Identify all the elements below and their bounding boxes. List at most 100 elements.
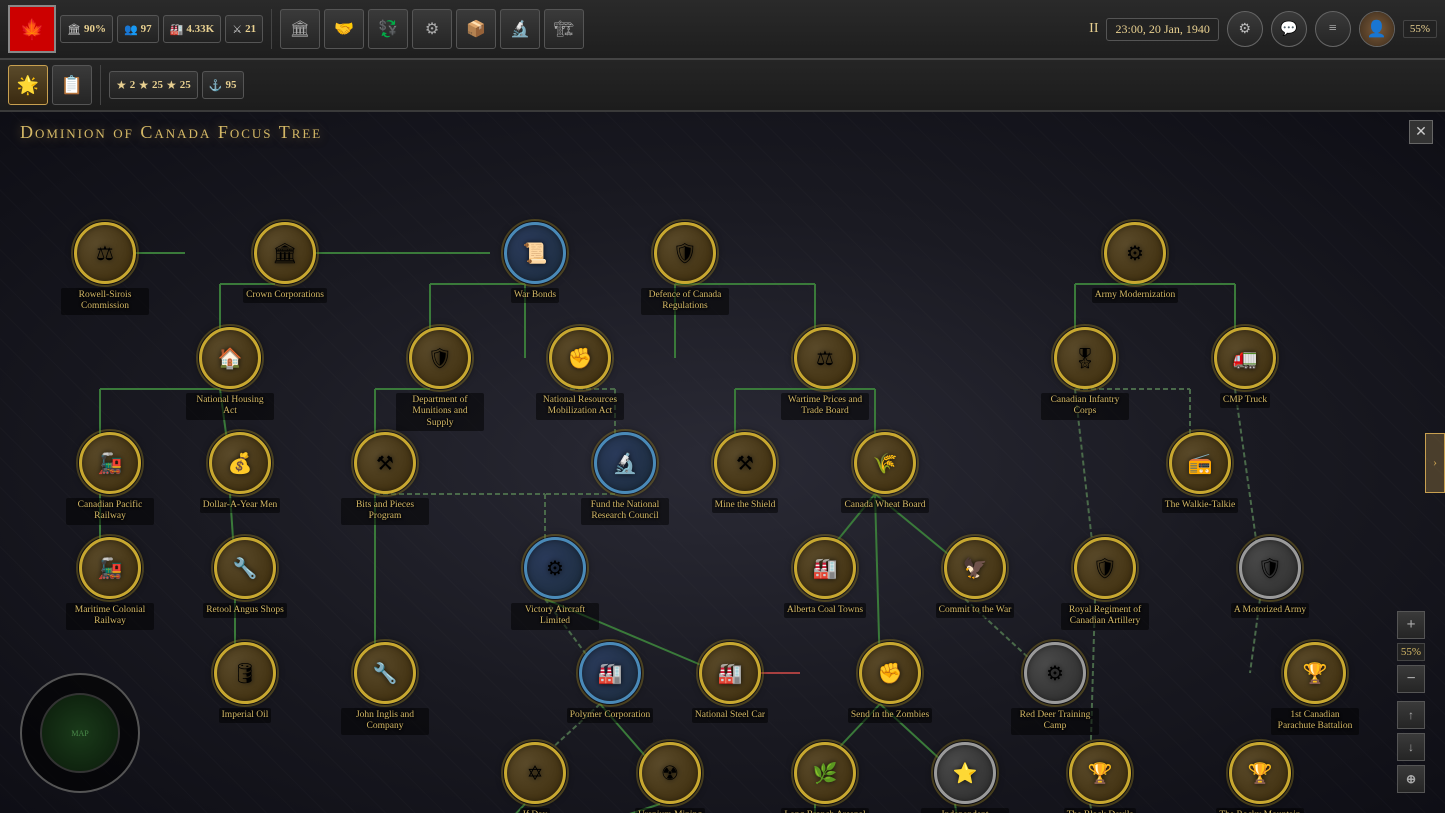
focus-icon-black_devils: 🏆	[1069, 742, 1131, 804]
focus-node-if_day[interactable]: ✡ If Day	[490, 742, 580, 813]
focus-node-red_deer[interactable]: ⚙ Red Deer Training Camp	[1010, 642, 1100, 735]
move-down-button[interactable]: ↓	[1397, 733, 1425, 761]
move-up-button[interactable]: ↑	[1397, 701, 1425, 729]
focus-label-walkie_talkie: The Walkie-Talkie	[1162, 498, 1238, 513]
politics-btn[interactable]: 🏛	[280, 9, 320, 49]
focus-icon-mine_shield: ⚒	[714, 432, 776, 494]
decisions-btn[interactable]: 📋	[52, 65, 92, 105]
second-bar: 🌟 📋 ★ 2 ★ 25 ★ 25 ⚓ 95	[0, 60, 1445, 112]
focus-node-dept_munitions[interactable]: 🛡 Department of Munitions and Supply	[395, 327, 485, 431]
focus-node-polymer_corp[interactable]: 🏭 Polymer Corporation	[565, 642, 655, 723]
scroll-right-indicator[interactable]: ›	[1425, 433, 1445, 493]
navy-stat: ⚓ 95	[202, 71, 244, 99]
focus-node-wartime_prices[interactable]: ⚖ Wartime Prices and Trade Board	[780, 327, 870, 420]
speed-indicator: II	[1089, 21, 1098, 37]
focus-icon-nat_steel: 🏭	[699, 642, 761, 704]
focus-node-cdn_pacific[interactable]: 🚂 Canadian Pacific Railway	[65, 432, 155, 525]
production-btn[interactable]: ⚙	[412, 9, 452, 49]
focus-label-crown_corps: Crown Corporations	[243, 288, 327, 303]
focus-label-rocky_rangers: The Rocky Mountain Rangers	[1216, 808, 1304, 813]
menu-btn[interactable]: ≡	[1315, 11, 1351, 47]
focus-node-black_devils[interactable]: 🏆 The Black Devils	[1055, 742, 1145, 813]
zoom-out-button[interactable]: −	[1397, 665, 1425, 693]
focus-icon-long_branch: 🌿	[794, 742, 856, 804]
focus-node-mine_shield[interactable]: ⚒ Mine the Shield	[700, 432, 790, 513]
trade-btn[interactable]: 💱	[368, 9, 408, 49]
ship-icon: ⚓	[209, 79, 223, 92]
focus-label-dept_munitions: Department of Munitions and Supply	[396, 393, 484, 431]
focus-icon-alberta_coal: 🏭	[794, 537, 856, 599]
focus-label-retool_angus: Retool Angus Shops	[203, 603, 287, 618]
focus-node-fund_research[interactable]: 🔬 Fund the National Research Council	[580, 432, 670, 525]
focus-label-uranium_mining: Uranium Mining	[635, 808, 705, 813]
focus-node-bits_pieces[interactable]: ⚒ Bits and Pieces Program	[340, 432, 430, 525]
focus-label-bits_pieces: Bits and Pieces Program	[341, 498, 429, 525]
focus-node-long_branch[interactable]: 🌿 Long Branch Arsenal	[780, 742, 870, 813]
focus-node-john_inglis[interactable]: 🔧 John Inglis and Company	[340, 642, 430, 735]
focus-node-walkie_talkie[interactable]: 📻 The Walkie-Talkie	[1155, 432, 1245, 513]
close-button[interactable]: ✕	[1409, 120, 1433, 144]
focus-label-if_day: If Day	[520, 808, 551, 813]
focus-icon-imperial_oil: 🛢	[214, 642, 276, 704]
focus-node-alberta_coal[interactable]: 🏭 Alberta Coal Towns	[780, 537, 870, 618]
divider-2	[100, 65, 101, 105]
focus-label-nat_steel: National Steel Car	[692, 708, 768, 723]
focus-node-victory_aircraft[interactable]: ⚙ Victory Aircraft Limited	[510, 537, 600, 630]
stability-icon: 🏛	[67, 23, 81, 36]
diplomacy-btn[interactable]: 🤝	[324, 9, 364, 49]
focus-node-dollar_men[interactable]: 💰 Dollar-A-Year Men	[195, 432, 285, 513]
factories-value: 4.33K	[186, 23, 214, 35]
focus-icon-royal_regiment: 🛡	[1074, 537, 1136, 599]
zoom-controls: + 55% − ↑ ↓ ⊕	[1397, 611, 1425, 793]
avatar[interactable]: 👤	[1359, 11, 1395, 47]
focus-node-cdn_parachute[interactable]: 🏆 1st Canadian Parachute Battalion	[1270, 642, 1360, 735]
focus-node-maritime_rail[interactable]: 🚂 Maritime Colonial Railway	[65, 537, 155, 630]
zoom-level: 55%	[1397, 643, 1425, 661]
zoom-in-button[interactable]: +	[1397, 611, 1425, 639]
country-flag[interactable]: 🍁	[8, 5, 56, 53]
focus-node-royal_regiment[interactable]: 🛡 Royal Regiment of Canadian Artillery	[1060, 537, 1150, 630]
focus-node-imperial_oil[interactable]: 🛢 Imperial Oil	[200, 642, 290, 723]
focus-label-john_inglis: John Inglis and Company	[341, 708, 429, 735]
focus-node-cdn_infantry[interactable]: 🎖 Canadian Infantry Corps	[1040, 327, 1130, 420]
focus-icon-john_inglis: 🔧	[354, 642, 416, 704]
logistics-btn[interactable]: 📦	[456, 9, 496, 49]
focus-icon-war_bonds: 📜	[504, 222, 566, 284]
ships-value: 95	[226, 79, 237, 91]
focus-tree-btn[interactable]: 🌟	[8, 65, 48, 105]
focus-label-alberta_coal: Alberta Coal Towns	[784, 603, 866, 618]
settings-btn[interactable]: ⚙	[1227, 11, 1263, 47]
focus-label-indep_command: Independent Command	[921, 808, 1009, 813]
focus-node-nat_housing[interactable]: 🏠 National Housing Act	[185, 327, 275, 420]
focus-icon-cdn_pacific: 🚂	[79, 432, 141, 494]
focus-node-commit_war[interactable]: 🦅 Commit to the War	[930, 537, 1020, 618]
focus-node-indep_command[interactable]: ⭐ Independent Command	[920, 742, 1010, 813]
construction-btn[interactable]: 🏗	[544, 9, 584, 49]
focus-node-rocky_rangers[interactable]: 🏆 The Rocky Mountain Rangers	[1215, 742, 1305, 813]
focus-node-crown_corps[interactable]: 🏛 Crown Corporations	[240, 222, 330, 303]
chat-btn[interactable]: 💬	[1271, 11, 1307, 47]
focus-node-defence_regs[interactable]: 🛡 Defence of Canada Regulations	[640, 222, 730, 315]
mini-map[interactable]: MAP	[20, 673, 140, 793]
focus-node-nat_resources[interactable]: ✊ National Resources Mobilization Act	[535, 327, 625, 420]
focus-node-wheat_board[interactable]: 🌾 Canada Wheat Board	[840, 432, 930, 513]
focus-icon-if_day: ✡	[504, 742, 566, 804]
focus-node-cmp_truck[interactable]: 🚛 CMP Truck	[1200, 327, 1290, 408]
focus-node-nat_steel[interactable]: 🏭 National Steel Car	[685, 642, 775, 723]
center-button[interactable]: ⊕	[1397, 765, 1425, 793]
focus-icon-bits_pieces: ⚒	[354, 432, 416, 494]
focus-label-send_zombies: Send in the Zombies	[848, 708, 932, 723]
focus-node-uranium_mining[interactable]: ☢ Uranium Mining	[625, 742, 715, 813]
technology-btn[interactable]: 🔬	[500, 9, 540, 49]
focus-node-motorized_army[interactable]: 🛡 A Motorized Army	[1225, 537, 1315, 618]
focus-node-army_modern[interactable]: ⚙ Army Modernization	[1090, 222, 1180, 303]
focus-label-cdn_pacific: Canadian Pacific Railway	[66, 498, 154, 525]
focus-node-rowell_sirois[interactable]: ⚖ Rowell-Sirois Commission	[60, 222, 150, 315]
focus-icon-victory_aircraft: ⚙	[524, 537, 586, 599]
focus-node-war_bonds[interactable]: 📜 War Bonds	[490, 222, 580, 303]
focus-node-send_zombies[interactable]: ✊ Send in the Zombies	[845, 642, 935, 723]
focus-label-maritime_rail: Maritime Colonial Railway	[66, 603, 154, 630]
focus-label-wheat_board: Canada Wheat Board	[841, 498, 928, 513]
focus-node-retool_angus[interactable]: 🔧 Retool Angus Shops	[200, 537, 290, 618]
focus-label-motorized_army: A Motorized Army	[1231, 603, 1309, 618]
